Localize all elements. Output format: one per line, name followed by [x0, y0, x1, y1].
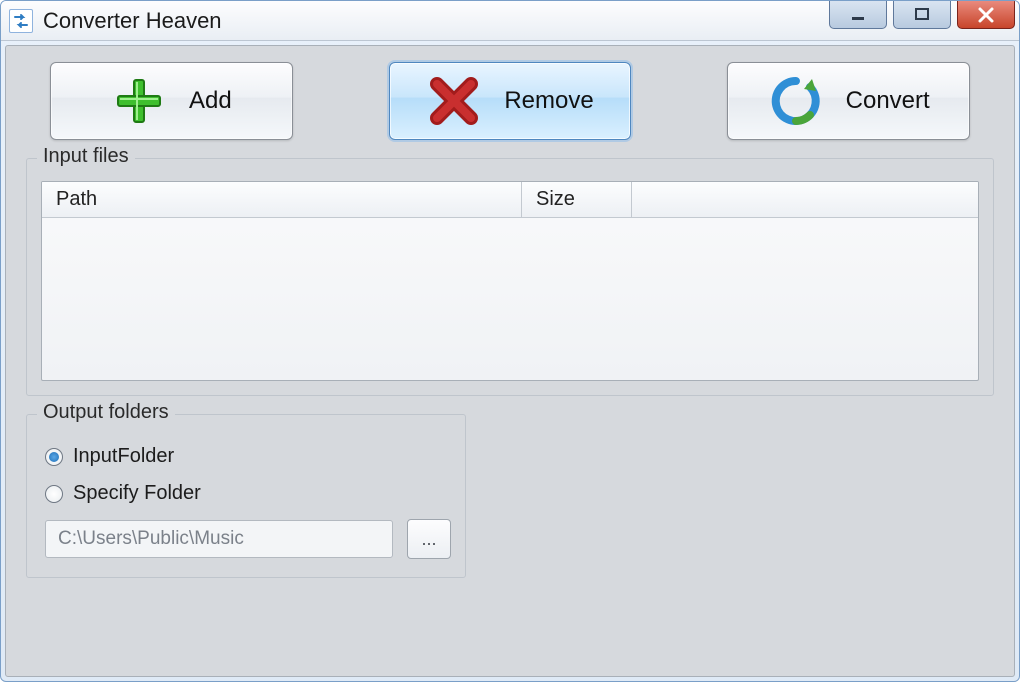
input-files-list[interactable]: Path Size [41, 181, 979, 381]
radio-input-folder[interactable]: InputFolder [45, 445, 451, 468]
input-files-group: Input files Path Size [26, 158, 994, 396]
minimize-icon [848, 5, 868, 25]
close-icon [975, 4, 997, 26]
app-icon [9, 9, 33, 33]
add-button-label: Add [189, 87, 232, 115]
remove-button-label: Remove [504, 87, 593, 115]
radio-specify-folder-label: Specify Folder [73, 482, 201, 505]
list-header: Path Size [42, 182, 978, 218]
output-folders-legend: Output folders [37, 401, 175, 424]
browse-button[interactable]: ... [407, 519, 451, 559]
close-button[interactable] [957, 1, 1015, 29]
list-body[interactable] [42, 218, 978, 380]
radio-specify-folder[interactable]: Specify Folder [45, 482, 451, 505]
toolbar: Add Remove [26, 62, 994, 140]
refresh-icon [768, 73, 824, 129]
titlebar: Converter Heaven [1, 1, 1019, 41]
input-files-legend: Input files [37, 145, 135, 168]
window-controls [829, 1, 1019, 29]
column-header-size[interactable]: Size [522, 182, 632, 217]
minimize-button[interactable] [829, 1, 887, 29]
remove-button[interactable]: Remove [389, 62, 632, 140]
add-button[interactable]: Add [50, 62, 293, 140]
plus-icon [111, 73, 167, 129]
radio-input-folder-label: InputFolder [73, 445, 174, 468]
maximize-button[interactable] [893, 1, 951, 29]
convert-button-label: Convert [846, 87, 930, 115]
output-path-row: C:\Users\Public\Music ... [45, 519, 451, 559]
client-area: Add Remove [5, 45, 1015, 677]
maximize-icon [912, 5, 932, 25]
radio-icon [45, 485, 63, 503]
radio-icon [45, 448, 63, 466]
app-window: Converter Heaven [0, 0, 1020, 682]
x-icon [426, 73, 482, 129]
output-folders-group: Output folders InputFolder Specify Folde… [26, 414, 466, 578]
column-header-path[interactable]: Path [42, 182, 522, 217]
window-title: Converter Heaven [43, 8, 222, 34]
output-path-field[interactable]: C:\Users\Public\Music [45, 520, 393, 558]
convert-button[interactable]: Convert [727, 62, 970, 140]
column-header-spacer [632, 182, 978, 217]
